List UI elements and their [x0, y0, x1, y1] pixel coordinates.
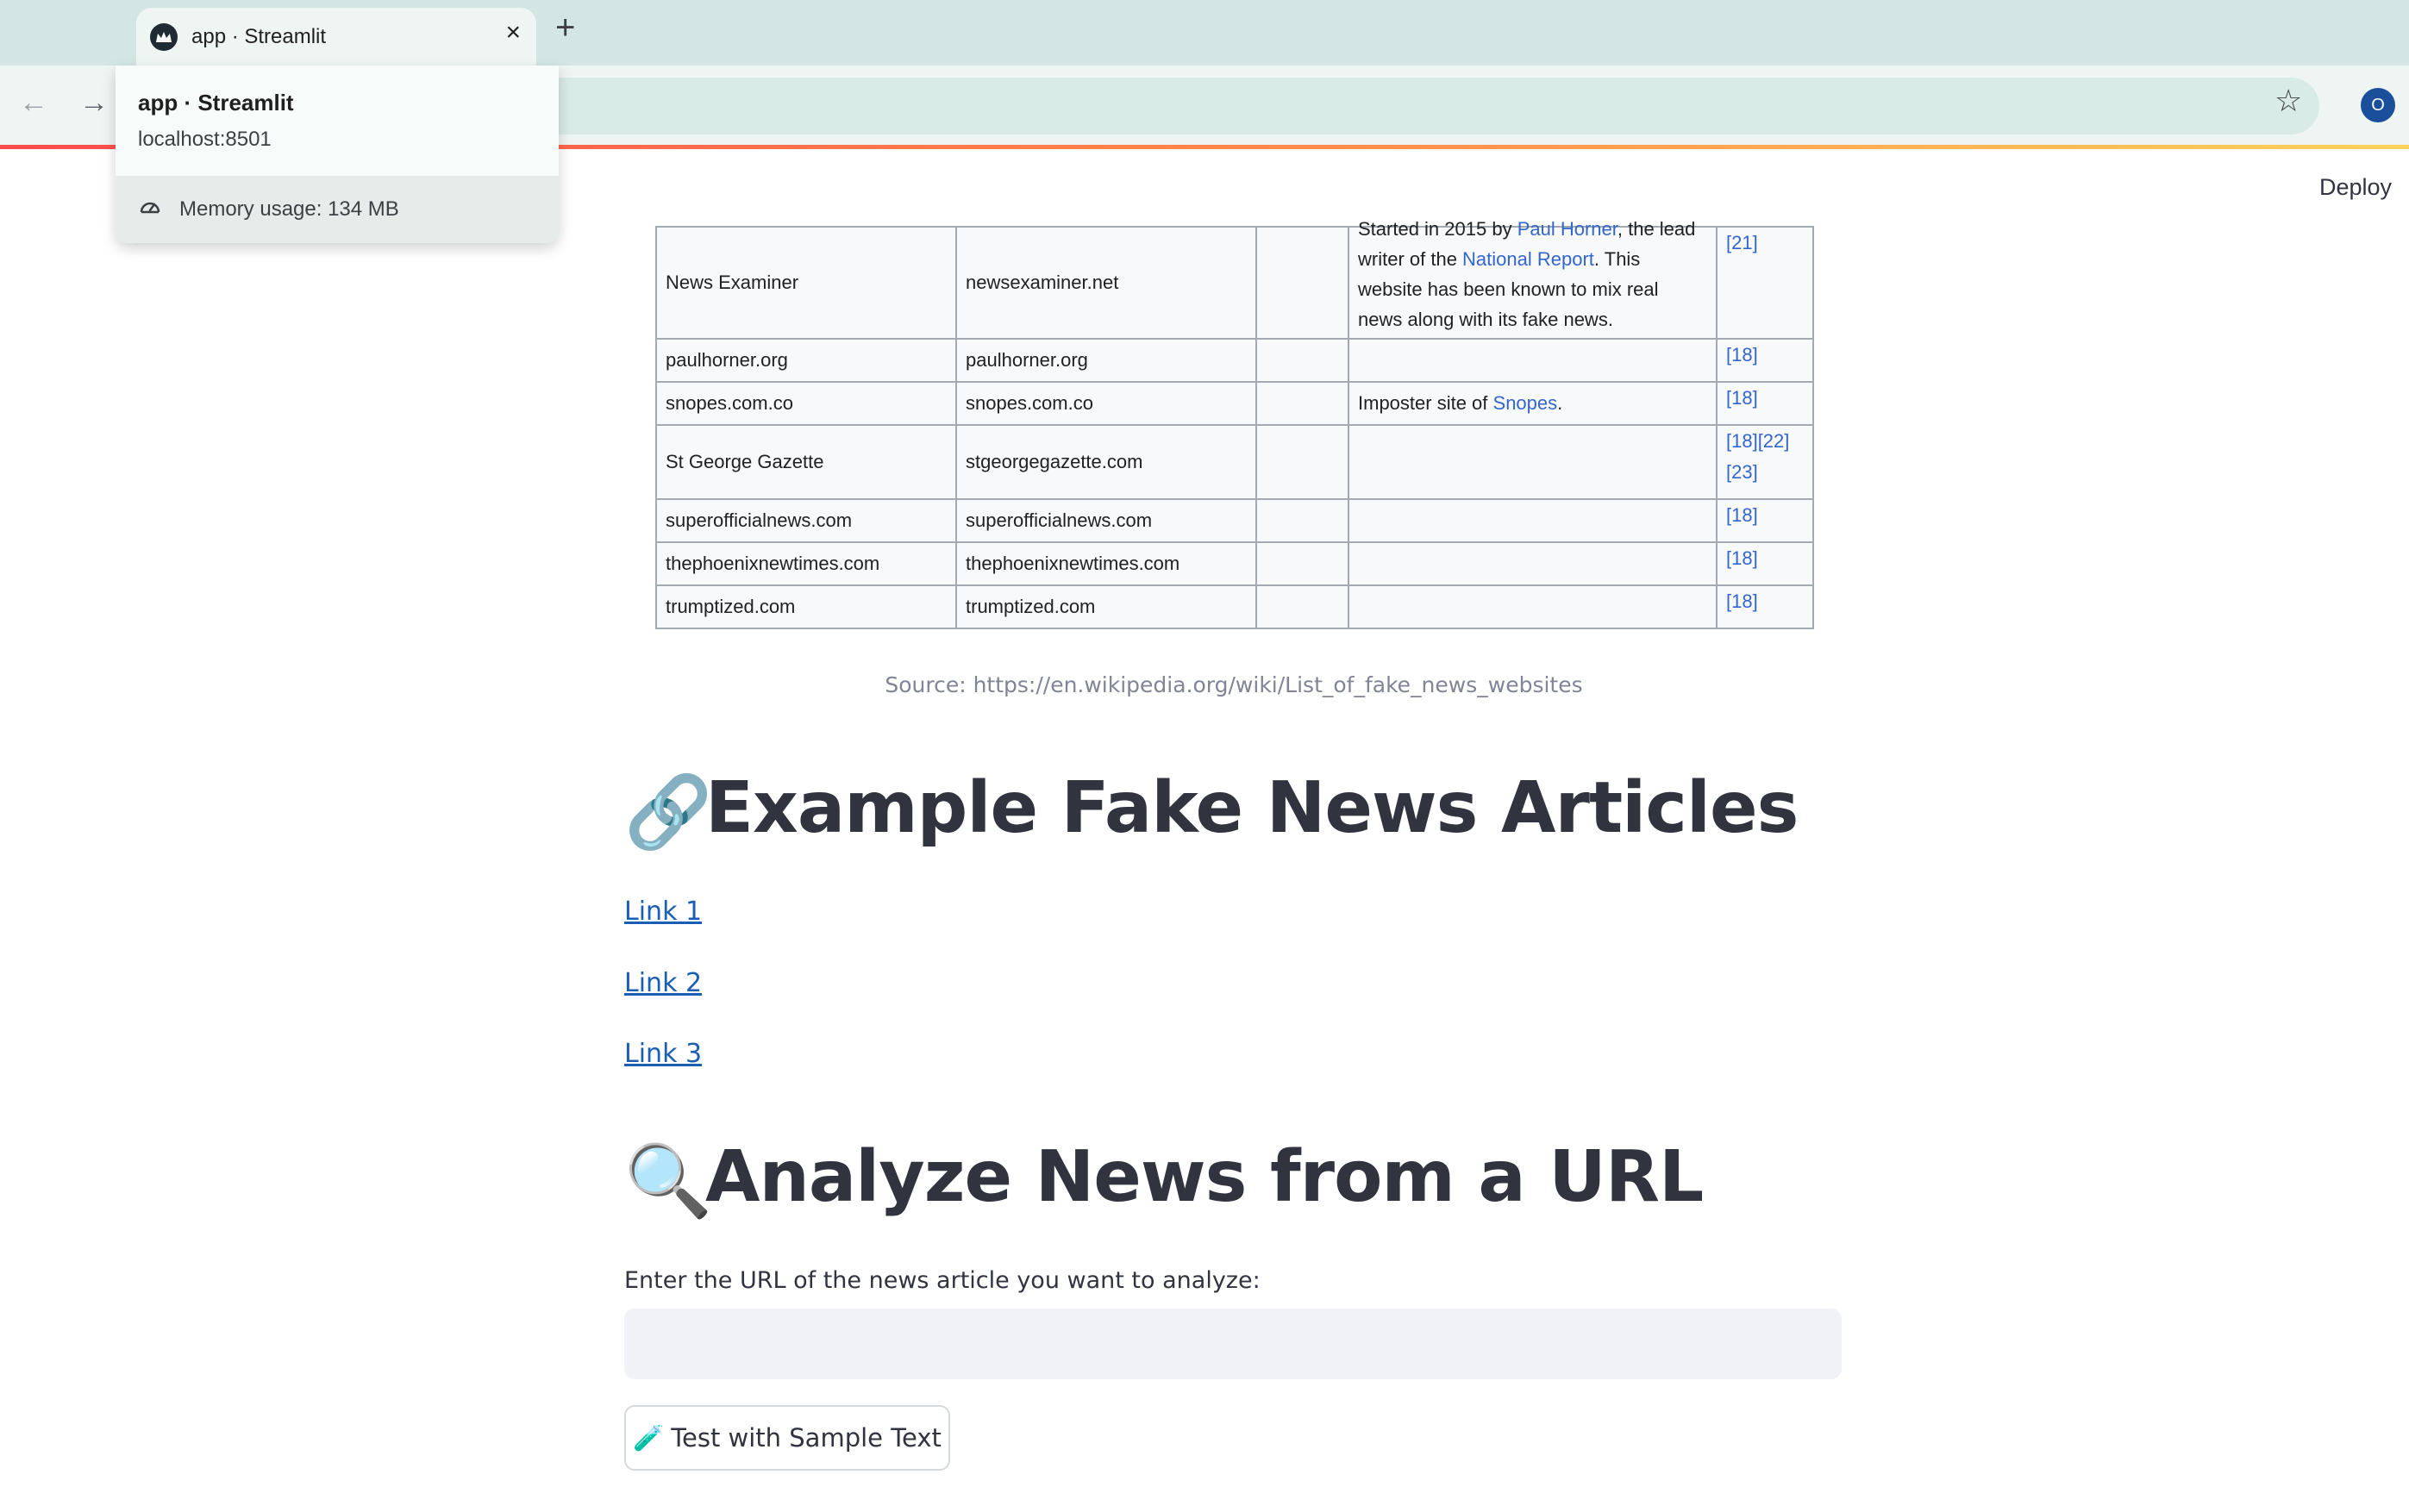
- reference-cell: [18]: [1716, 381, 1814, 426]
- empty-cell: [1255, 226, 1349, 340]
- tab-strip: app · Streamlit × +: [0, 0, 2409, 66]
- empty-cell: [1255, 424, 1349, 500]
- empty-cell: [1255, 338, 1349, 383]
- site-name-cell: snopes.com.co: [655, 381, 957, 426]
- reference-cell: [18]: [1716, 584, 1814, 629]
- domain-cell: stgeorgegazette.com: [955, 424, 1257, 500]
- description-text: Imposter site of: [1358, 392, 1493, 414]
- description-cell: [1348, 584, 1718, 629]
- domain-cell: trumptized.com: [955, 584, 1257, 629]
- table-row: snopes.com.co snopes.com.co Imposter site …: [655, 381, 1814, 426]
- description-cell: Started in 2015 by Paul Horner, the lead…: [1348, 218, 1718, 340]
- site-name-cell: St George Gazette: [655, 424, 957, 500]
- reference-cell: [18]: [1716, 338, 1814, 383]
- site-name-cell: superofficialnews.com: [655, 498, 957, 543]
- domain-cell: paulhorner.org: [955, 338, 1257, 383]
- hover-card-memory: Memory usage: 134 MB: [116, 176, 559, 243]
- url-input[interactable]: [624, 1309, 1842, 1379]
- url-input-label: Enter the URL of the news article you wa…: [624, 1267, 1261, 1294]
- description-cell: [1348, 498, 1718, 543]
- back-arrow-icon[interactable]: ←: [19, 86, 48, 120]
- deploy-button[interactable]: Deploy: [2319, 174, 2392, 201]
- domain-cell: thephoenixnewtimes.com: [955, 541, 1257, 586]
- test-sample-label: Test with Sample Text: [671, 1423, 942, 1453]
- browser-tab[interactable]: app · Streamlit ×: [136, 8, 536, 66]
- memory-usage-text: Memory usage: 134 MB: [179, 197, 399, 221]
- streamlit-favicon-icon: [150, 23, 178, 51]
- hover-card-url: localhost:8501: [138, 128, 272, 151]
- gauge-icon: [138, 195, 162, 225]
- site-name-cell: News Examiner: [655, 226, 957, 340]
- description-cell: [1348, 424, 1718, 500]
- description-cell: [1348, 338, 1718, 383]
- image-caption: Source: https://en.wikipedia.org/wiki/Li…: [885, 672, 1583, 697]
- analyze-heading-text: Analyze News from a URL: [705, 1136, 1704, 1218]
- site-name-cell: paulhorner.org: [655, 338, 957, 383]
- wiki-link[interactable]: Snopes: [1493, 392, 1558, 414]
- reference-cell: [18]: [1716, 541, 1814, 586]
- wiki-link[interactable]: Paul Horner: [1517, 218, 1617, 240]
- description-cell: Imposter site of Snopes.: [1348, 381, 1718, 426]
- analyze-heading: 🔍Analyze News from a URL: [624, 1136, 1704, 1223]
- empty-cell: [1255, 498, 1349, 543]
- new-tab-button[interactable]: +: [555, 10, 575, 45]
- table-row: St George Gazette stgeorgegazette.com [18]…: [655, 424, 1814, 500]
- domain-cell: superofficialnews.com: [955, 498, 1257, 543]
- forward-arrow-icon[interactable]: →: [79, 86, 109, 120]
- description-text: .: [1557, 392, 1563, 414]
- table-row: superofficialnews.com superofficialnews.c…: [655, 498, 1814, 543]
- empty-cell: [1255, 381, 1349, 426]
- wiki-link[interactable]: National Report: [1462, 248, 1594, 270]
- reference-cell: [18][22][23]: [1716, 424, 1814, 500]
- example-link-2[interactable]: Link 2: [624, 968, 702, 998]
- site-name-cell: thephoenixnewtimes.com: [655, 541, 957, 586]
- domain-cell: snopes.com.co: [955, 381, 1257, 426]
- table-row: News Examiner newsexaminer.net Started in …: [655, 218, 1814, 340]
- domain-cell: newsexaminer.net: [955, 226, 1257, 340]
- link-emoji-icon: 🔗: [624, 771, 712, 853]
- site-name-cell: trumptized.com: [655, 584, 957, 629]
- magnifier-emoji-icon: 🔍: [624, 1140, 712, 1222]
- table-row: thephoenixnewtimes.com thephoenixnewtimes…: [655, 541, 1814, 586]
- reference-cell: [18]: [1716, 498, 1814, 543]
- examples-heading: 🔗Example Fake News Articles: [624, 767, 1799, 854]
- test-tube-icon: 🧪: [633, 1422, 665, 1453]
- reference-cell: [21]: [1716, 226, 1814, 340]
- description-cell: [1348, 541, 1718, 586]
- test-sample-button[interactable]: 🧪 Test with Sample Text: [624, 1405, 950, 1471]
- example-link-1[interactable]: Link 1: [624, 897, 702, 927]
- profile-avatar[interactable]: O: [2361, 88, 2395, 122]
- example-link-3[interactable]: Link 3: [624, 1039, 702, 1069]
- fake-news-table-image: News Examiner newsexaminer.net Started in …: [655, 218, 1814, 629]
- tab-title: app · Streamlit: [191, 25, 327, 48]
- examples-heading-text: Example Fake News Articles: [705, 767, 1799, 849]
- table-row: paulhorner.org paulhorner.org [18]: [655, 338, 1814, 383]
- close-icon[interactable]: ×: [505, 20, 521, 46]
- empty-cell: [1255, 584, 1349, 629]
- tab-hover-card: app · Streamlit localhost:8501 Memory us…: [116, 66, 559, 243]
- description-text: Started in 2015 by: [1358, 218, 1517, 240]
- hover-card-title: app · Streamlit: [138, 90, 294, 116]
- empty-cell: [1255, 541, 1349, 586]
- table-row: trumptized.com trumptized.com [18]: [655, 584, 1814, 629]
- bookmark-star-icon[interactable]: ☆: [2274, 83, 2302, 119]
